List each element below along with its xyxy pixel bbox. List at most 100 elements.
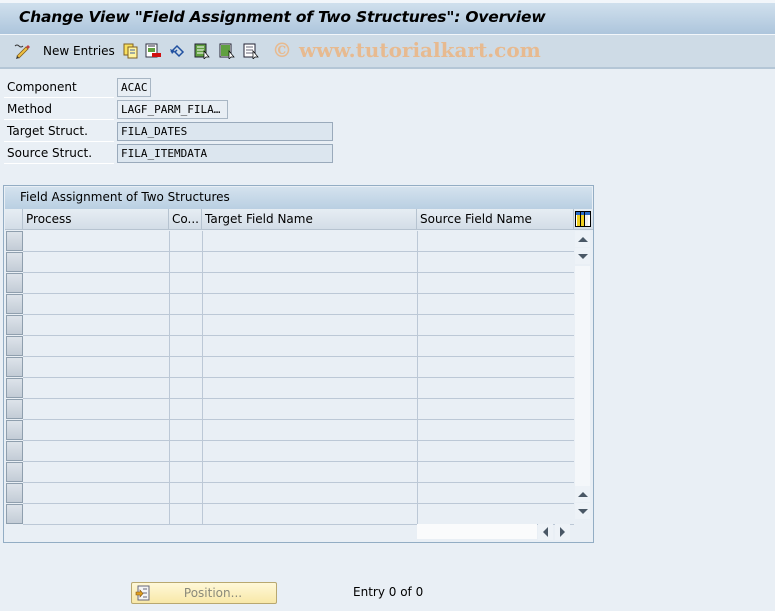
- scroll-up-button[interactable]: [575, 231, 590, 247]
- deselect-all-button[interactable]: [243, 41, 259, 61]
- table-cell-co[interactable]: [169, 273, 202, 294]
- table-cell-process[interactable]: [23, 252, 169, 273]
- row-selector[interactable]: [6, 441, 23, 461]
- table-cell-process[interactable]: [23, 357, 169, 378]
- table-cell-target-field-name[interactable]: [202, 273, 417, 294]
- entry-count: Entry 0 of 0: [353, 585, 424, 599]
- row-selector[interactable]: [6, 462, 23, 482]
- component-field[interactable]: ACAC: [117, 78, 151, 97]
- column-header-source-field-name[interactable]: Source Field Name: [417, 209, 574, 230]
- table-cell-target-field-name[interactable]: [202, 483, 417, 504]
- row-selector[interactable]: [6, 273, 23, 293]
- row-selector[interactable]: [6, 399, 23, 419]
- table-cell-source-field-name[interactable]: [417, 294, 574, 315]
- table-cell-co[interactable]: [169, 378, 202, 399]
- horizontal-scrollbar-track[interactable]: [417, 524, 537, 539]
- table-cell-process[interactable]: [23, 231, 169, 252]
- page-down-button[interactable]: [575, 503, 590, 519]
- table-cell-co[interactable]: [169, 315, 202, 336]
- undo-change-button[interactable]: [169, 41, 185, 61]
- table-cell-process[interactable]: [23, 462, 169, 483]
- table-cell-target-field-name[interactable]: [202, 420, 417, 441]
- table-cell-co[interactable]: [169, 357, 202, 378]
- row-selector[interactable]: [6, 504, 23, 524]
- column-config-button[interactable]: [574, 209, 593, 230]
- table-cell-co[interactable]: [169, 504, 202, 525]
- table-cell-process[interactable]: [23, 273, 169, 294]
- table-cell-co[interactable]: [169, 252, 202, 273]
- select-all-rows-header[interactable]: [5, 209, 23, 230]
- table-cell-co[interactable]: [169, 399, 202, 420]
- display-change-button[interactable]: [14, 41, 30, 61]
- table-cell-process[interactable]: [23, 378, 169, 399]
- new-entries-button[interactable]: New Entries: [43, 41, 115, 61]
- table-cell-co[interactable]: [169, 462, 202, 483]
- table-cell-target-field-name[interactable]: [202, 252, 417, 273]
- table-cell-source-field-name[interactable]: [417, 441, 574, 462]
- column-header-target-field-name[interactable]: Target Field Name: [202, 209, 417, 230]
- select-all-button[interactable]: [194, 41, 210, 61]
- table-cell-co[interactable]: [169, 420, 202, 441]
- row-selector[interactable]: [6, 336, 23, 356]
- table-cell-source-field-name[interactable]: [417, 231, 574, 252]
- table-cell-target-field-name[interactable]: [202, 294, 417, 315]
- table-cell-target-field-name[interactable]: [202, 336, 417, 357]
- table-cell-source-field-name[interactable]: [417, 357, 574, 378]
- table-cell-target-field-name[interactable]: [202, 399, 417, 420]
- table-cell-source-field-name[interactable]: [417, 420, 574, 441]
- table-cell-process[interactable]: [23, 420, 169, 441]
- table-cell-co[interactable]: [169, 294, 202, 315]
- copy-as-button[interactable]: [123, 41, 139, 61]
- table-cell-process[interactable]: [23, 336, 169, 357]
- table-cell-source-field-name[interactable]: [417, 252, 574, 273]
- table-cell-process[interactable]: [23, 504, 169, 525]
- table-cell-process[interactable]: [23, 294, 169, 315]
- source-struct-field[interactable]: FILA_ITEMDATA: [117, 144, 333, 163]
- target-struct-field[interactable]: FILA_DATES: [117, 122, 333, 141]
- table-cell-target-field-name[interactable]: [202, 378, 417, 399]
- table-cell-source-field-name[interactable]: [417, 483, 574, 504]
- row-selector[interactable]: [6, 231, 23, 251]
- scroll-down-button[interactable]: [575, 248, 590, 264]
- select-all-icon: [194, 43, 210, 60]
- table-cell-process[interactable]: [23, 441, 169, 462]
- table-cell-co[interactable]: [169, 441, 202, 462]
- table-cell-co[interactable]: [169, 336, 202, 357]
- row-selector[interactable]: [6, 378, 23, 398]
- method-field[interactable]: LAGF_PARM_FILA…: [117, 100, 228, 119]
- table-cell-target-field-name[interactable]: [202, 462, 417, 483]
- table-cell-source-field-name[interactable]: [417, 462, 574, 483]
- table-cell-target-field-name[interactable]: [202, 315, 417, 336]
- row-selector[interactable]: [6, 420, 23, 440]
- select-block-button[interactable]: [219, 41, 235, 61]
- row-selector[interactable]: [6, 294, 23, 314]
- table-cell-process[interactable]: [23, 315, 169, 336]
- row-selector[interactable]: [6, 357, 23, 377]
- table-cell-target-field-name[interactable]: [202, 441, 417, 462]
- table-cell-process[interactable]: [23, 399, 169, 420]
- scroll-left-button[interactable]: [538, 524, 553, 540]
- table-cell-source-field-name[interactable]: [417, 399, 574, 420]
- row-selector[interactable]: [6, 483, 23, 503]
- table-cell-co[interactable]: [169, 231, 202, 252]
- table-cell-source-field-name[interactable]: [417, 315, 574, 336]
- table-cell-process[interactable]: [23, 483, 169, 504]
- row-selector[interactable]: [6, 315, 23, 335]
- position-button[interactable]: Position...: [131, 582, 277, 604]
- table-cell-source-field-name[interactable]: [417, 273, 574, 294]
- delete-button[interactable]: [145, 41, 161, 61]
- new-entries-label: New Entries: [43, 44, 115, 58]
- vertical-scrollbar-track[interactable]: [575, 266, 590, 486]
- table-cell-target-field-name[interactable]: [202, 231, 417, 252]
- column-header-process[interactable]: Process: [23, 209, 169, 230]
- scroll-right-button[interactable]: [555, 524, 570, 540]
- page-up-button[interactable]: [575, 486, 590, 502]
- table-cell-source-field-name[interactable]: [417, 378, 574, 399]
- table-cell-target-field-name[interactable]: [202, 357, 417, 378]
- row-selector[interactable]: [6, 252, 23, 272]
- table-cell-target-field-name[interactable]: [202, 504, 417, 525]
- column-header-co[interactable]: Co...: [169, 209, 202, 230]
- table-cell-source-field-name[interactable]: [417, 504, 574, 525]
- table-cell-co[interactable]: [169, 483, 202, 504]
- table-cell-source-field-name[interactable]: [417, 336, 574, 357]
